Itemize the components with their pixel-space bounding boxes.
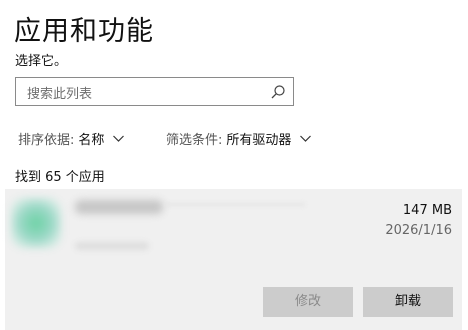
uninstall-button[interactable]: 卸载 — [363, 287, 453, 317]
filter-value: 所有驱动器 — [226, 133, 292, 148]
filter-dropdown[interactable]: 筛选条件: 所有驱动器 — [166, 129, 312, 148]
app-publisher-redacted — [75, 242, 149, 250]
app-list-item[interactable]: 147 MB 2026/1/16 修改 卸载 — [5, 189, 462, 330]
app-install-date: 2026/1/16 — [385, 223, 452, 238]
results-count: 找到 65 个应用 — [15, 170, 105, 185]
page-title: 应用和功能 — [14, 16, 154, 47]
app-name-redacted-trail — [165, 203, 305, 206]
app-name-redacted — [75, 200, 163, 214]
search-input[interactable]: 搜索此列表 — [15, 77, 294, 106]
filter-label: 筛选条件: — [166, 133, 223, 148]
apps-and-features-page: 应用和功能 选择它。 搜索此列表 排序依据: 名称 筛选条件: 所有驱动器 找到… — [0, 0, 468, 330]
sort-dropdown[interactable]: 排序依据: 名称 — [18, 129, 125, 148]
chevron-down-icon — [113, 135, 125, 142]
search-placeholder: 搜索此列表 — [27, 87, 93, 102]
app-icon — [11, 198, 61, 248]
app-size: 147 MB — [402, 203, 452, 218]
sort-label: 排序依据: — [18, 133, 75, 148]
chevron-down-icon — [300, 135, 312, 142]
sort-value: 名称 — [78, 133, 105, 148]
search-icon[interactable] — [270, 84, 286, 100]
modify-button[interactable]: 修改 — [263, 287, 353, 317]
page-subtitle: 选择它。 — [15, 54, 68, 69]
